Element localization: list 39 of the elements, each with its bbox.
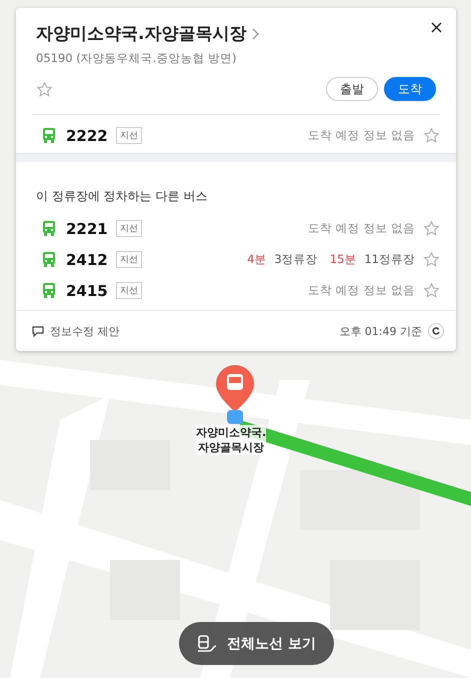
all-routes-button[interactable]: 전체노선 보기 [179,622,334,665]
arrival-status: 도착 예정 정보 없음 [308,221,415,236]
route-number[interactable]: 2221 [66,220,108,238]
stops-away: 3정류장 [274,252,318,267]
suggest-edit-link[interactable]: 정보수정 제안 [50,324,120,338]
refresh-icon[interactable] [428,323,444,339]
bus-icon [42,283,56,298]
bus-icon [42,221,56,236]
route-type-tag: 지선 [116,127,142,144]
stop-subtitle: 05190 (자양동우체국.중앙농협 방면) [36,51,238,66]
star-icon[interactable] [423,251,440,268]
direction-button[interactable]: 출발 [326,77,378,101]
arrival-time: 4분 [247,252,266,267]
route-number[interactable]: 2415 [66,282,108,300]
star-icon[interactable] [423,282,440,299]
route-type-tag: 지선 [116,220,142,237]
close-button[interactable] [429,20,444,35]
stop-name: 자양미소약국.자양골목시장 [36,23,246,45]
arrival-status: 도착 예정 정보 없음 [308,128,415,143]
bus-icon [42,128,56,143]
arrival-status: 도착 예정 정보 없음 [308,283,415,298]
bus-stop-pin-icon[interactable] [215,365,255,425]
direction-button[interactable]: 도착 [384,77,436,101]
section-heading: 이 정류장에 정차하는 다른 버스 [35,188,208,205]
star-icon[interactable] [36,80,53,98]
route-type-tag: 지선 [116,251,142,268]
stops-away: 11정류장 [364,252,415,267]
arrival-time: 15분 [330,252,356,267]
route-number[interactable]: 2222 [66,126,108,144]
bus-icon [42,252,56,267]
update-time: 오후 01:49 기준 [339,324,422,338]
route-type-tag: 지선 [116,282,142,299]
route-icon [197,634,217,652]
star-icon[interactable] [423,220,440,237]
star-icon[interactable] [423,127,440,144]
chevron-right-icon[interactable] [252,28,260,40]
marker-label: 자양미소약국. 자양골목시장 [196,425,266,455]
speech-bubble-icon[interactable] [32,326,44,336]
route-number[interactable]: 2412 [66,250,108,268]
